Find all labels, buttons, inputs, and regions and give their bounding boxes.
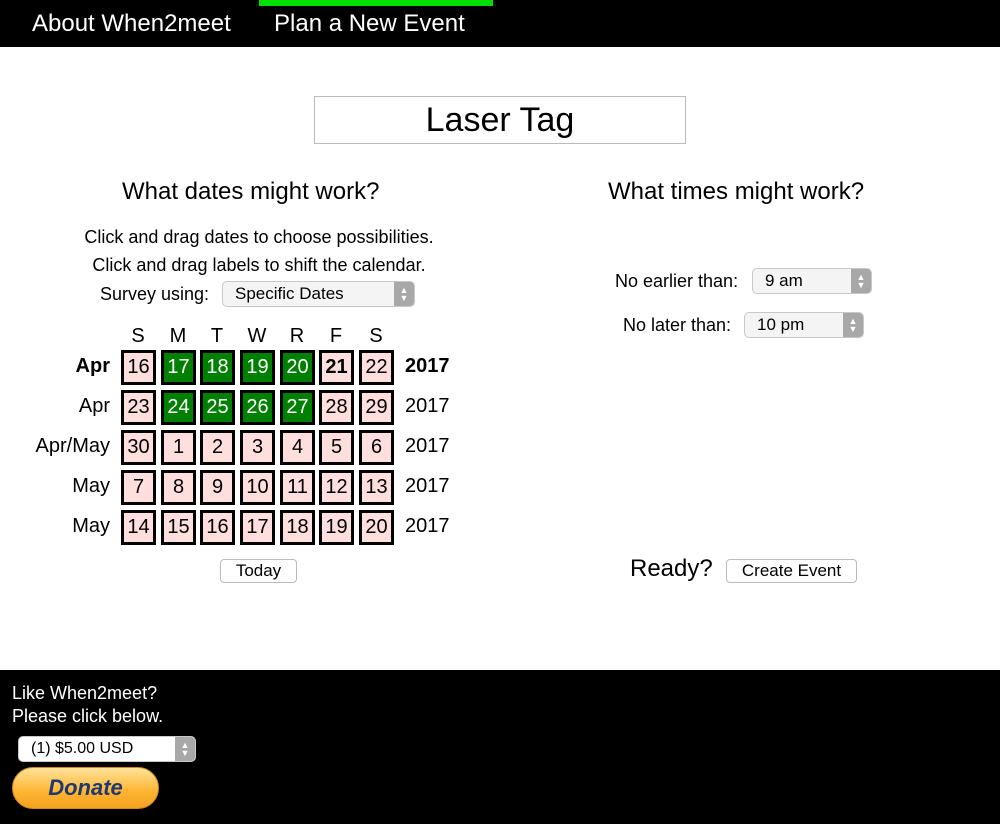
date-cell-selected[interactable]: 20 bbox=[280, 350, 315, 385]
year-label[interactable]: 2017 bbox=[405, 515, 450, 538]
weekday-header: M bbox=[169, 325, 187, 347]
top-nav: About When2meet Plan a New Event bbox=[0, 0, 1000, 47]
year-label[interactable]: 2017 bbox=[405, 395, 450, 418]
month-label[interactable]: May bbox=[10, 515, 110, 538]
dates-heading: What dates might work? bbox=[122, 178, 380, 205]
earliest-time-select[interactable]: 9 am ▲ ▼ bbox=[752, 268, 872, 294]
weekday-header: S bbox=[131, 325, 145, 347]
month-label[interactable]: May bbox=[10, 475, 110, 498]
date-cell[interactable]: 8 bbox=[161, 470, 196, 505]
date-cell-selected[interactable]: 26 bbox=[240, 390, 275, 425]
create-event-button[interactable]: Create Event bbox=[726, 559, 857, 583]
date-cell[interactable]: 18 bbox=[280, 510, 315, 545]
dates-instruction-1: Click and drag dates to choose possibili… bbox=[84, 227, 434, 247]
event-name-input[interactable] bbox=[314, 96, 686, 144]
latest-time-value: 10 pm bbox=[757, 315, 805, 334]
date-cell[interactable]: 6 bbox=[359, 430, 394, 465]
date-cell-selected[interactable]: 17 bbox=[161, 350, 196, 385]
footer-line-2: Please click below. bbox=[12, 706, 164, 726]
latest-time-select[interactable]: 10 pm ▲ ▼ bbox=[744, 312, 864, 338]
date-cell[interactable]: 23 bbox=[121, 390, 156, 425]
date-cell[interactable]: 17 bbox=[240, 510, 275, 545]
date-cell[interactable]: 9 bbox=[200, 470, 235, 505]
date-cell-selected[interactable]: 24 bbox=[161, 390, 196, 425]
date-cell-selected[interactable]: 18 bbox=[200, 350, 235, 385]
nav-plan-link[interactable]: Plan a New Event bbox=[274, 0, 465, 47]
date-cell[interactable]: 20 bbox=[359, 510, 394, 545]
month-label[interactable]: Apr bbox=[10, 355, 110, 378]
latest-label: No later than: bbox=[623, 315, 732, 335]
select-arrows-icon: ▲ ▼ bbox=[394, 282, 414, 306]
date-cell[interactable]: 11 bbox=[280, 470, 315, 505]
date-cell[interactable]: 22 bbox=[359, 350, 394, 385]
date-cell-selected[interactable]: 25 bbox=[200, 390, 235, 425]
year-label[interactable]: 2017 bbox=[405, 475, 450, 498]
date-cell-selected[interactable]: 19 bbox=[240, 350, 275, 385]
survey-select[interactable]: Specific Dates ▲ ▼ bbox=[222, 281, 415, 307]
weekday-header: F bbox=[329, 325, 343, 347]
month-label[interactable]: Apr bbox=[10, 395, 110, 418]
month-label[interactable]: Apr/May bbox=[10, 435, 110, 458]
date-cell[interactable]: 16 bbox=[121, 350, 156, 385]
date-cell[interactable]: 28 bbox=[319, 390, 354, 425]
earliest-time-value: 9 am bbox=[765, 271, 803, 290]
nav-about-link[interactable]: About When2meet bbox=[32, 0, 231, 47]
today-button[interactable]: Today bbox=[220, 559, 297, 583]
footer-message: Like When2meet? Please click below. bbox=[12, 682, 163, 728]
donation-amount-select[interactable]: (1) $5.00 USD ▲ ▼ bbox=[18, 736, 196, 762]
survey-label: Survey using: bbox=[100, 284, 210, 304]
ready-label: Ready? bbox=[630, 555, 713, 582]
select-arrows-icon: ▲ ▼ bbox=[175, 737, 195, 761]
date-cell-selected[interactable]: 27 bbox=[280, 390, 315, 425]
times-heading: What times might work? bbox=[608, 178, 865, 205]
date-cell[interactable]: 15 bbox=[161, 510, 196, 545]
date-cell[interactable]: 5 bbox=[319, 430, 354, 465]
date-cell[interactable]: 29 bbox=[359, 390, 394, 425]
date-cell[interactable]: 3 bbox=[240, 430, 275, 465]
date-cell[interactable]: 1 bbox=[161, 430, 196, 465]
footer-line-1: Like When2meet? bbox=[12, 683, 158, 703]
date-cell[interactable]: 12 bbox=[319, 470, 354, 505]
dates-instruction-2: Click and drag labels to shift the calen… bbox=[92, 255, 426, 275]
date-cell[interactable]: 16 bbox=[200, 510, 235, 545]
donate-button[interactable]: Donate bbox=[12, 767, 159, 809]
date-cell[interactable]: 13 bbox=[359, 470, 394, 505]
year-label[interactable]: 2017 bbox=[405, 355, 450, 378]
date-cell[interactable]: 4 bbox=[280, 430, 315, 465]
weekday-header: W bbox=[247, 325, 267, 347]
date-cell[interactable]: 30 bbox=[121, 430, 156, 465]
year-label[interactable]: 2017 bbox=[405, 435, 450, 458]
date-cell[interactable]: 7 bbox=[121, 470, 156, 505]
weekday-header: T bbox=[210, 325, 224, 347]
date-cell[interactable]: 21 bbox=[319, 350, 354, 385]
donation-amount-value: (1) $5.00 USD bbox=[31, 740, 134, 757]
weekday-header: R bbox=[289, 325, 305, 347]
weekday-header: S bbox=[369, 325, 383, 347]
date-cell[interactable]: 10 bbox=[240, 470, 275, 505]
select-arrows-icon: ▲ ▼ bbox=[843, 313, 863, 337]
survey-select-value: Specific Dates bbox=[235, 284, 344, 303]
select-arrows-icon: ▲ ▼ bbox=[851, 269, 871, 293]
date-cell[interactable]: 2 bbox=[200, 430, 235, 465]
date-cell[interactable]: 19 bbox=[319, 510, 354, 545]
earliest-label: No earlier than: bbox=[615, 271, 739, 291]
date-cell[interactable]: 14 bbox=[121, 510, 156, 545]
